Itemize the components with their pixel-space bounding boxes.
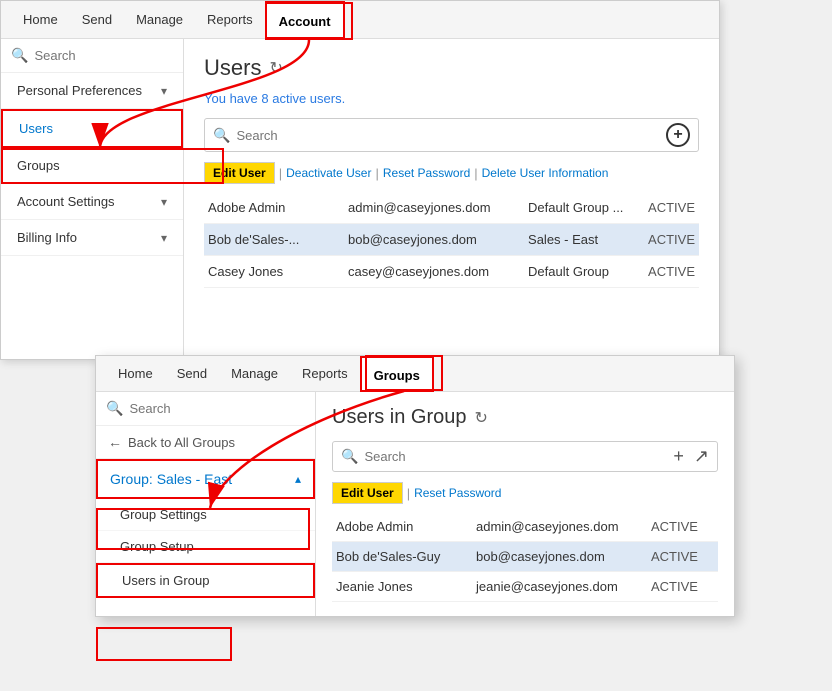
group-users-search-input[interactable] [364, 449, 663, 464]
nav-home[interactable]: Home [11, 1, 70, 39]
window2-nav: Home Send Manage Reports Groups [96, 356, 734, 392]
sidebar-item-label: Account Settings [17, 194, 115, 209]
window2-main: Users in Group ↻ 🔍 + ↗ Edit User | Reset… [316, 392, 734, 616]
sidebar2-search-input[interactable] [129, 401, 305, 416]
nav-send[interactable]: Send [70, 1, 124, 39]
chevron-down-icon: ▾ [161, 231, 167, 245]
sidebar-item-group-settings[interactable]: Group Settings [96, 499, 315, 531]
w2-nav-groups[interactable]: Groups [360, 356, 434, 392]
user-email: admin@caseyjones.dom [348, 200, 518, 215]
user-status: ACTIVE [648, 264, 695, 279]
active-users-count: You have 8 active users. [204, 91, 699, 106]
annotation-users-in-group [96, 627, 232, 661]
sidebar-item-account-settings[interactable]: Account Settings ▾ [1, 184, 183, 220]
sidebar-item-users-in-group[interactable]: Users in Group [96, 563, 315, 598]
search-icon: 🔍 [11, 47, 28, 64]
window2: Home Send Manage Reports Groups 🔍 ← Back… [95, 355, 735, 617]
action-bar2: Edit User | Reset Password [332, 482, 718, 504]
user-name: Jeanie Jones [336, 579, 466, 594]
sidebar-item-users[interactable]: Users [1, 109, 183, 148]
refresh-icon[interactable]: ↻ [269, 58, 282, 78]
sidebar-search-container: 🔍 [1, 39, 183, 73]
sidebar-item-label: Users [19, 121, 53, 136]
table-row[interactable]: Adobe Admin admin@caseyjones.dom Default… [204, 192, 699, 224]
window1: Home Send Manage Reports Account 🔍 Perso… [0, 0, 720, 360]
w2-nav-home[interactable]: Home [106, 356, 165, 392]
sidebar-item-label: Billing Info [17, 230, 77, 245]
user-group: Sales - East [528, 232, 638, 247]
nav-reports[interactable]: Reports [195, 1, 265, 39]
sidebar-item-group-setup[interactable]: Group Setup [96, 531, 315, 563]
user-name: Bob de'Sales-Guy [336, 549, 466, 564]
window2-body: 🔍 ← Back to All Groups Group: Sales - Ea… [96, 392, 734, 616]
refresh-icon[interactable]: ↻ [475, 408, 488, 428]
edit-user-button[interactable]: Edit User [204, 162, 275, 184]
window2-sidebar: 🔍 ← Back to All Groups Group: Sales - Ea… [96, 392, 316, 616]
user-email: bob@caseyjones.dom [476, 549, 641, 564]
back-label: Back to All Groups [128, 435, 235, 450]
user-email: bob@caseyjones.dom [348, 232, 518, 247]
deactivate-user-link[interactable]: Deactivate User [286, 166, 371, 180]
users-search-bar: 🔍 + [204, 118, 699, 152]
sidebar-item-label: Personal Preferences [17, 83, 142, 98]
sidebar2-search-container: 🔍 [96, 392, 315, 426]
w2-nav-reports[interactable]: Reports [290, 356, 360, 392]
edit-user-button2[interactable]: Edit User [332, 482, 403, 504]
chevron-up-icon: ▴ [295, 472, 301, 486]
window1-sidebar: 🔍 Personal Preferences ▾ Users Groups Ac… [1, 39, 184, 359]
table-row[interactable]: Casey Jones casey@caseyjones.dom Default… [204, 256, 699, 288]
search-icon: 🔍 [106, 400, 123, 417]
nav-manage[interactable]: Manage [124, 1, 195, 39]
window1-body: 🔍 Personal Preferences ▾ Users Groups Ac… [1, 39, 719, 359]
add-user-button[interactable]: + [666, 123, 690, 147]
export-icon[interactable]: ↗ [694, 446, 709, 467]
table-row[interactable]: Bob de'Sales-Guy bob@caseyjones.dom ACTI… [332, 542, 718, 572]
delete-user-link[interactable]: Delete User Information [482, 166, 609, 180]
user-status: ACTIVE [648, 232, 695, 247]
add-user-to-group-button[interactable]: + [673, 446, 684, 467]
arrow-left-icon: ← [108, 434, 122, 450]
table-row[interactable]: Bob de'Sales-... bob@caseyjones.dom Sale… [204, 224, 699, 256]
action-bar: Edit User | Deactivate User | Reset Pass… [204, 162, 699, 184]
group-label: Group: Sales - East [110, 471, 232, 487]
user-status: ACTIVE [651, 549, 698, 564]
table-row[interactable]: Jeanie Jones jeanie@caseyjones.dom ACTIV… [332, 572, 718, 602]
users-in-group-title: Users in Group ↻ [332, 406, 718, 429]
sidebar-item-personal-preferences[interactable]: Personal Preferences ▾ [1, 73, 183, 109]
user-email: jeanie@caseyjones.dom [476, 579, 641, 594]
sidebar-search-input[interactable] [34, 48, 173, 63]
w2-nav-send[interactable]: Send [165, 356, 219, 392]
reset-password-link[interactable]: Reset Password [383, 166, 470, 180]
user-name: Bob de'Sales-... [208, 232, 338, 247]
user-status: ACTIVE [651, 519, 698, 534]
group-header[interactable]: Group: Sales - East ▴ [96, 459, 315, 499]
user-group: Default Group ... [528, 200, 638, 215]
back-to-all-groups-link[interactable]: ← Back to All Groups [96, 426, 315, 459]
table-row[interactable]: Adobe Admin admin@caseyjones.dom ACTIVE [332, 512, 718, 542]
user-name: Casey Jones [208, 264, 338, 279]
w2-nav-manage[interactable]: Manage [219, 356, 290, 392]
group-users-search-bar: 🔍 + ↗ [332, 441, 718, 472]
users-search-input[interactable] [236, 128, 660, 143]
user-group: Default Group [528, 264, 638, 279]
search-icon: 🔍 [341, 448, 358, 465]
user-name: Adobe Admin [208, 200, 338, 215]
search-icon: 🔍 [213, 127, 230, 144]
sidebar-item-billing-info[interactable]: Billing Info ▾ [1, 220, 183, 256]
sidebar-item-label: Groups [17, 158, 60, 173]
user-name: Adobe Admin [336, 519, 466, 534]
window1-main: Users ↻ You have 8 active users. 🔍 + Edi… [184, 39, 719, 359]
window1-nav: Home Send Manage Reports Account [1, 1, 719, 39]
chevron-down-icon: ▾ [161, 195, 167, 209]
user-status: ACTIVE [651, 579, 698, 594]
user-email: admin@caseyjones.dom [476, 519, 641, 534]
reset-password-link2[interactable]: Reset Password [414, 486, 501, 500]
chevron-down-icon: ▾ [161, 84, 167, 98]
user-email: casey@caseyjones.dom [348, 264, 518, 279]
user-status: ACTIVE [648, 200, 695, 215]
nav-account[interactable]: Account [265, 1, 345, 39]
users-page-title: Users ↻ [204, 55, 699, 81]
sidebar-item-groups[interactable]: Groups [1, 148, 183, 184]
